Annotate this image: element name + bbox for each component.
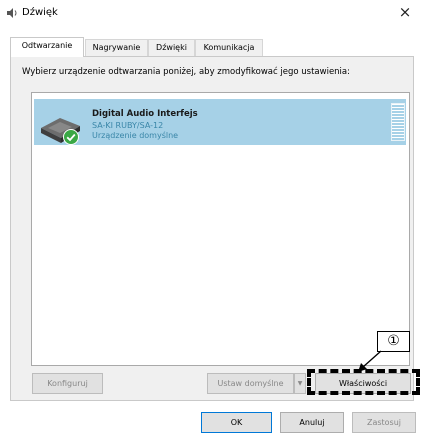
close-icon: × xyxy=(398,3,412,21)
set-default-dropdown[interactable]: ▼ xyxy=(294,373,306,394)
window-title: Dźwięk xyxy=(22,7,58,18)
chevron-down-icon: ▼ xyxy=(297,380,303,387)
highlight-box xyxy=(307,369,420,395)
device-status: Urządzenie domyślne xyxy=(92,131,179,140)
set-default-button[interactable]: Ustaw domyślne xyxy=(207,373,294,394)
device-model: SA-KI RUBY/SA-12 xyxy=(92,121,164,130)
instruction-text: Wybierz urządzenie odtwarzania poniżej, … xyxy=(22,67,350,77)
volume-level-meter xyxy=(391,103,405,141)
cancel-button[interactable]: Anuluj xyxy=(280,412,344,433)
apply-button[interactable]: Zastosuj xyxy=(352,412,416,433)
annotation-callout: ① xyxy=(377,331,410,352)
tab-sounds[interactable]: Dźwięki xyxy=(148,39,195,57)
tab-playback[interactable]: Odtwarzanie xyxy=(10,37,84,57)
ok-button[interactable]: OK xyxy=(201,412,272,433)
tab-communications[interactable]: Komunikacja xyxy=(195,39,263,57)
checkmark-icon xyxy=(63,129,79,145)
device-name: Digital Audio Interfejs xyxy=(92,109,198,119)
configure-button[interactable]: Konfiguruj xyxy=(32,373,103,394)
speaker-icon xyxy=(7,8,17,18)
tab-recording[interactable]: Nagrywanie xyxy=(85,39,148,57)
close-button[interactable]: × xyxy=(394,2,416,22)
list-item-device[interactable] xyxy=(34,99,406,145)
